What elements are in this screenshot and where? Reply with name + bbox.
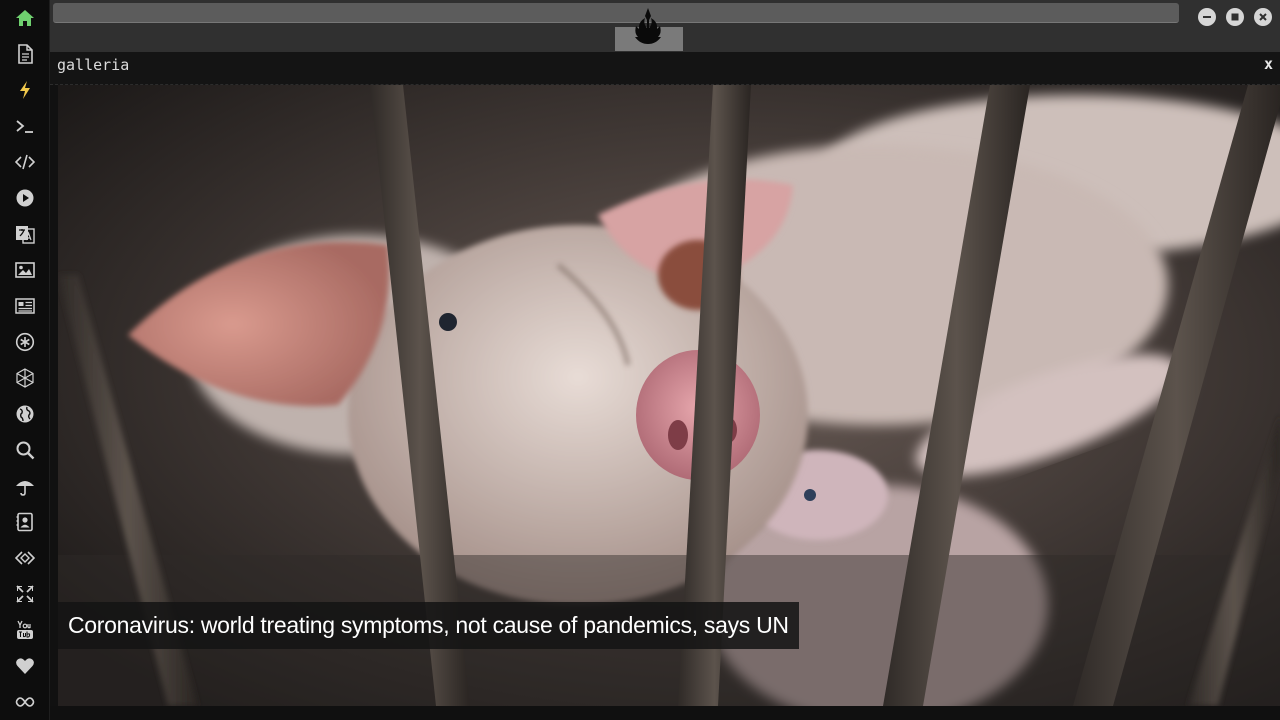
top-bar — [50, 0, 1280, 52]
gallery-caption: Coronavirus: world treating symptoms, no… — [58, 602, 799, 649]
gallery-panel-header: galleria x — [50, 52, 1280, 85]
dock-play[interactable] — [8, 183, 42, 213]
close-window-button[interactable] — [1254, 8, 1272, 26]
panel-title: galleria — [57, 56, 130, 74]
contact-icon — [16, 512, 33, 532]
expand-icon — [16, 585, 34, 603]
minimize-icon — [1203, 16, 1211, 18]
dock-translate[interactable] — [8, 219, 42, 249]
dock-image[interactable] — [8, 255, 42, 285]
asterisk-icon — [15, 332, 35, 352]
dock-terminal[interactable] — [8, 111, 42, 141]
dock-youtube[interactable] — [8, 615, 42, 645]
dock-lightning[interactable] — [8, 75, 42, 105]
gallery-viewer[interactable]: Coronavirus: world treating symptoms, no… — [58, 85, 1280, 706]
dock-embed[interactable] — [8, 543, 42, 573]
dock-umbrella[interactable] — [8, 471, 42, 501]
dock-code[interactable] — [8, 147, 42, 177]
terminal-icon — [16, 120, 33, 133]
dock-contact[interactable] — [8, 507, 42, 537]
rebel-alliance-icon — [635, 8, 661, 44]
app-dock — [0, 0, 50, 720]
dock-news[interactable] — [8, 291, 42, 321]
dock-document[interactable] — [8, 39, 42, 69]
maximize-button[interactable] — [1226, 8, 1244, 26]
globe-icon — [16, 405, 34, 423]
heart-icon — [16, 658, 34, 674]
address-field[interactable] — [53, 3, 1179, 23]
search-icon — [16, 441, 35, 460]
document-icon — [18, 44, 33, 64]
minimize-button[interactable] — [1198, 8, 1216, 26]
polyhedron-icon — [16, 368, 34, 388]
bottom-strip — [50, 706, 1280, 720]
dock-home[interactable] — [8, 3, 42, 33]
image-icon — [15, 262, 35, 278]
infinity-icon — [15, 697, 35, 707]
umbrella-icon — [16, 481, 34, 496]
embed-icon — [15, 551, 35, 565]
dock-asterisk[interactable] — [8, 327, 42, 357]
panel-close-button[interactable]: x — [1264, 55, 1273, 73]
dock-globe[interactable] — [8, 399, 42, 429]
lightning-icon — [20, 81, 30, 99]
youtube-icon — [17, 620, 33, 639]
maximize-icon — [1231, 13, 1239, 21]
home-icon — [16, 10, 34, 26]
dock-expand[interactable] — [8, 579, 42, 609]
close-icon — [1259, 13, 1267, 21]
code-icon — [15, 154, 35, 170]
play-icon — [16, 189, 34, 207]
dock-search[interactable] — [8, 435, 42, 465]
dock-heart[interactable] — [8, 651, 42, 681]
dock-polyhedron[interactable] — [8, 363, 42, 393]
news-icon — [15, 298, 35, 314]
translate-icon — [16, 226, 35, 244]
dock-infinity[interactable] — [8, 687, 42, 717]
